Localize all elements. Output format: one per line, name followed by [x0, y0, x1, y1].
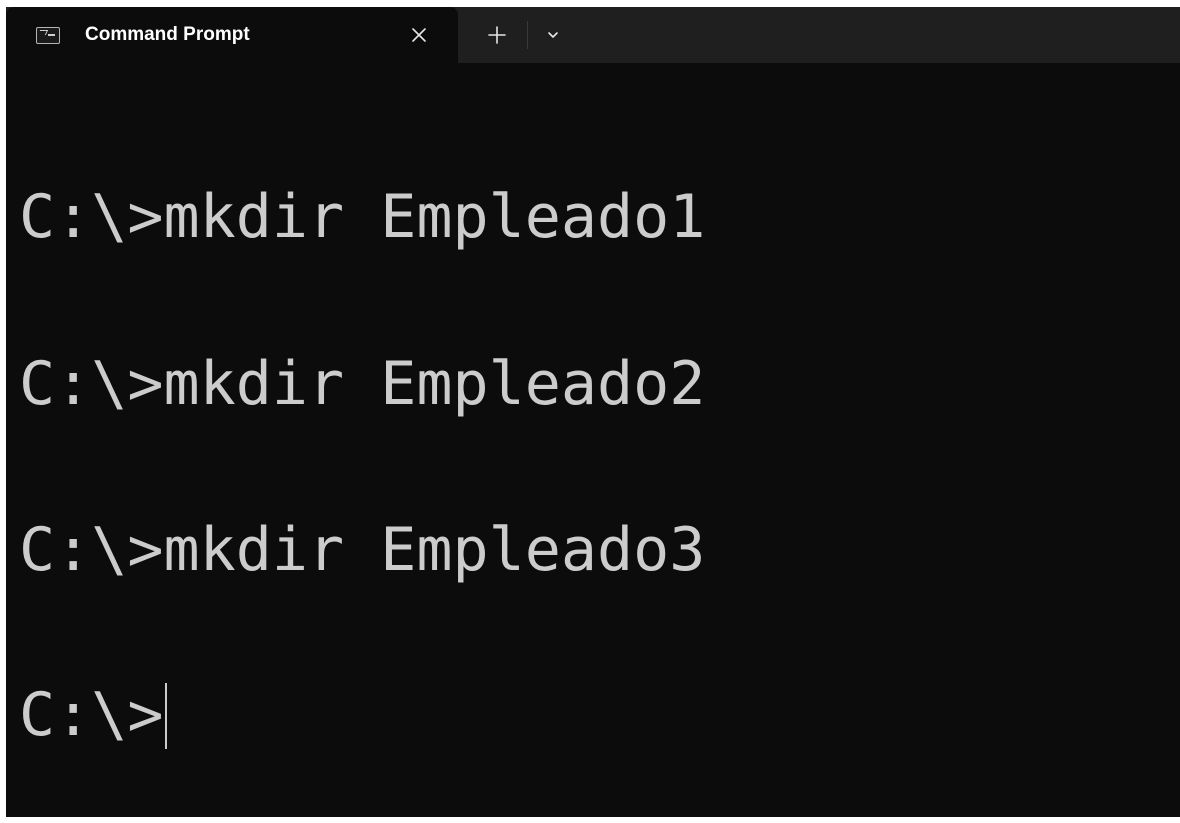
terminal-prompt: C:\>	[19, 680, 164, 750]
text-cursor	[164, 683, 167, 749]
tab-strip: Command Prompt	[6, 7, 1180, 63]
terminal-line: C:\>mkdir Empleado2	[19, 349, 706, 419]
tab-dropdown-button[interactable]	[538, 20, 568, 50]
terminal-prompt-line: C:\>	[19, 673, 167, 757]
terminal-line: C:\>mkdir Empleado1	[19, 182, 706, 252]
close-icon	[412, 28, 426, 42]
new-tab-button[interactable]	[482, 20, 512, 50]
terminal-line: C:\>mkdir Empleado3	[19, 515, 706, 585]
terminal-window: Command Prompt C:\>mkdir Empleado1 C:\>m…	[6, 7, 1180, 817]
close-tab-button[interactable]	[404, 20, 434, 50]
chevron-down-icon	[548, 32, 558, 38]
plus-icon	[488, 26, 506, 44]
tab-separator	[527, 21, 528, 49]
command-prompt-icon	[36, 27, 60, 44]
terminal-output[interactable]: C:\>mkdir Empleado1 C:\>mkdir Empleado2 …	[6, 63, 1180, 817]
tab-title: Command Prompt	[85, 24, 250, 45]
tab-command-prompt[interactable]: Command Prompt	[6, 7, 458, 63]
